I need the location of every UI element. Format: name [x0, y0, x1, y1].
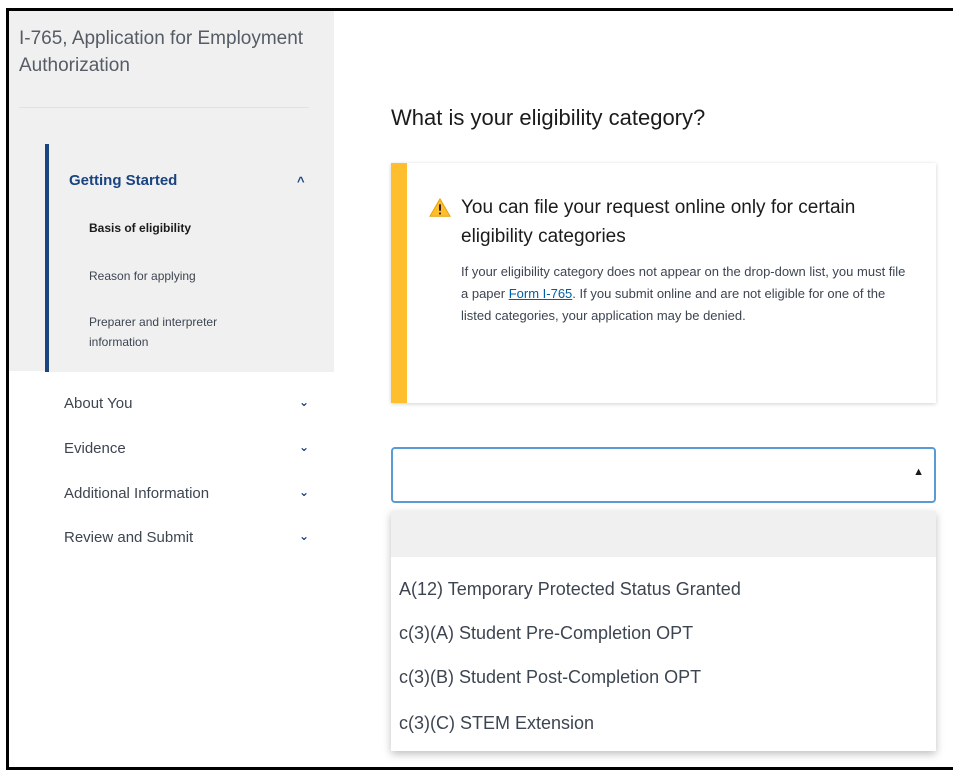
form-i765-link[interactable]: Form I-765	[509, 286, 573, 301]
chevron-up-icon[interactable]: ^	[297, 174, 305, 189]
sidebar-item-evidence[interactable]: Evidence	[64, 440, 126, 457]
option-c3c-stem-extension[interactable]: c(3)(C) STEM Extension	[399, 713, 594, 734]
sidebar-item-about-you[interactable]: About You	[64, 395, 132, 412]
warning-icon	[429, 197, 451, 217]
chevron-down-icon[interactable]: ⌄	[299, 440, 309, 454]
caret-up-icon[interactable]: ▲	[913, 466, 924, 478]
section-title-getting-started[interactable]: Getting Started	[69, 172, 177, 189]
section-getting-started: Getting Started ^ Basis of eligibility R…	[45, 144, 334, 372]
sidebar-item-basis-of-eligibility[interactable]: Basis of eligibility	[89, 218, 289, 238]
app-frame: I-765, Application for Employment Author…	[6, 8, 953, 770]
option-c3a-pre-completion-opt[interactable]: c(3)(A) Student Pre-Completion OPT	[399, 623, 693, 644]
sidebar-item-additional-information[interactable]: Additional Information	[64, 485, 209, 502]
sidebar-item-preparer-interpreter[interactable]: Preparer and interpreter information	[89, 312, 269, 352]
chevron-down-icon[interactable]: ⌄	[299, 485, 309, 499]
eligibility-category-select[interactable]: ▲	[391, 447, 936, 503]
title-divider	[19, 107, 309, 108]
option-blank[interactable]	[391, 511, 936, 557]
page-question: What is your eligibility category?	[391, 105, 706, 130]
sidebar-item-review-and-submit[interactable]: Review and Submit	[64, 529, 193, 546]
sidebar: I-765, Application for Employment Author…	[9, 11, 334, 767]
alert-heading: You can file your request online only fo…	[461, 197, 856, 247]
sidebar-item-reason-for-applying[interactable]: Reason for applying	[89, 266, 289, 286]
main-content: What is your eligibility category? You c…	[334, 11, 953, 767]
eligibility-options-list: A(12) Temporary Protected Status Granted…	[391, 511, 936, 751]
warning-alert: You can file your request online only fo…	[391, 163, 936, 403]
alert-body: If your eligibility category does not ap…	[461, 261, 916, 327]
chevron-down-icon[interactable]: ⌄	[299, 529, 309, 543]
option-a12-tps[interactable]: A(12) Temporary Protected Status Granted	[399, 579, 741, 600]
option-c3b-post-completion-opt[interactable]: c(3)(B) Student Post-Completion OPT	[399, 667, 701, 688]
chevron-down-icon[interactable]: ⌄	[299, 395, 309, 409]
form-title: I-765, Application for Employment Author…	[19, 28, 304, 76]
